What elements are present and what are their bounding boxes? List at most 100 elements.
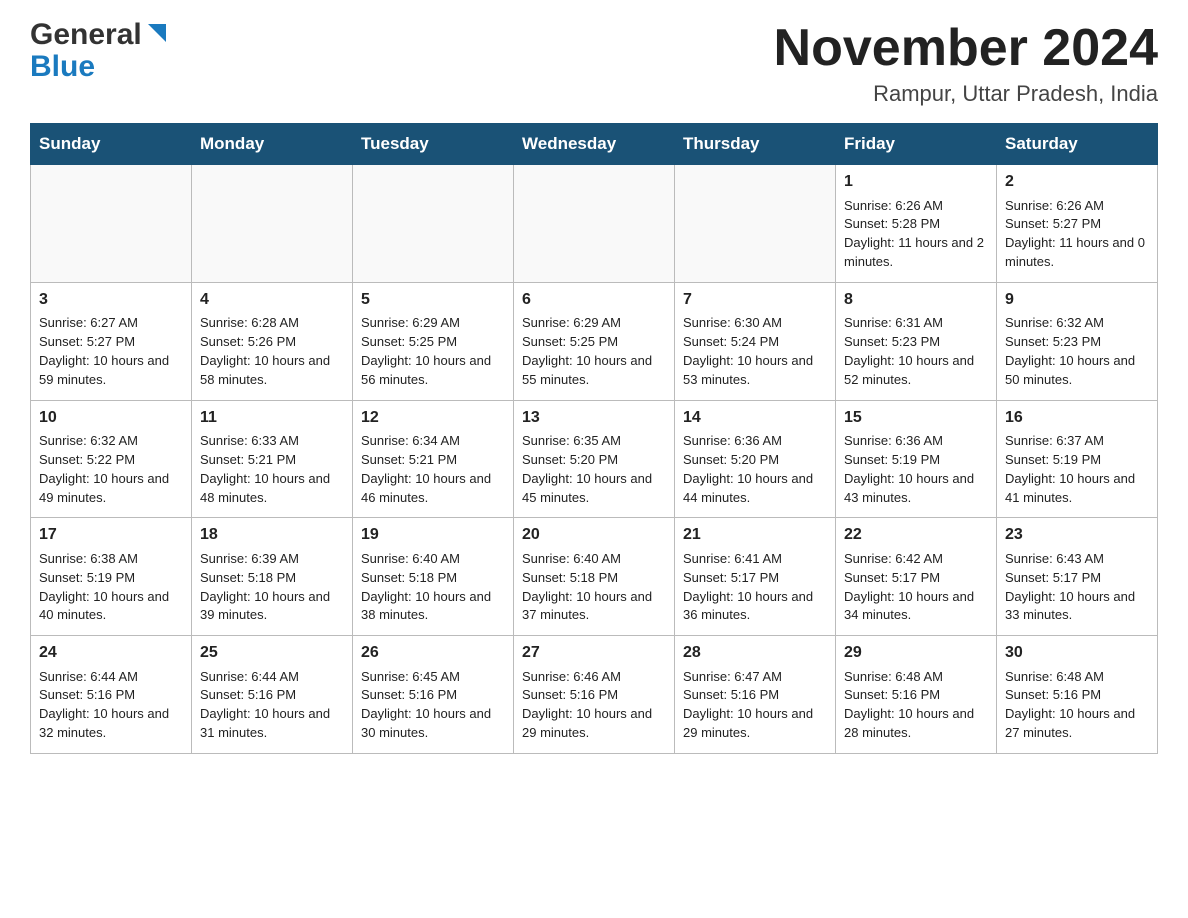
day-number: 8 — [844, 289, 988, 311]
day-cell: 1 Sunrise: 6:26 AMSunset: 5:28 PMDaylight… — [836, 165, 997, 283]
day-info: Sunrise: 6:41 AMSunset: 5:17 PMDaylight:… — [683, 551, 813, 623]
day-info: Sunrise: 6:27 AMSunset: 5:27 PMDaylight:… — [39, 315, 169, 387]
day-info: Sunrise: 6:35 AMSunset: 5:20 PMDaylight:… — [522, 433, 652, 505]
day-cell: 11 Sunrise: 6:33 AMSunset: 5:21 PMDayligh… — [192, 400, 353, 518]
day-info: Sunrise: 6:43 AMSunset: 5:17 PMDaylight:… — [1005, 551, 1135, 623]
header-friday: Friday — [836, 124, 997, 165]
location-title: Rampur, Uttar Pradesh, India — [774, 81, 1158, 107]
week-row-3: 10 Sunrise: 6:32 AMSunset: 5:22 PMDayligh… — [31, 400, 1158, 518]
day-number: 29 — [844, 642, 988, 664]
header-thursday: Thursday — [675, 124, 836, 165]
day-number: 27 — [522, 642, 666, 664]
day-info: Sunrise: 6:30 AMSunset: 5:24 PMDaylight:… — [683, 315, 813, 387]
day-number: 20 — [522, 524, 666, 546]
day-info: Sunrise: 6:46 AMSunset: 5:16 PMDaylight:… — [522, 669, 652, 741]
day-info: Sunrise: 6:42 AMSunset: 5:17 PMDaylight:… — [844, 551, 974, 623]
day-cell: 23 Sunrise: 6:43 AMSunset: 5:17 PMDayligh… — [997, 518, 1158, 636]
calendar-table: SundayMondayTuesdayWednesdayThursdayFrid… — [30, 123, 1158, 754]
day-cell: 30 Sunrise: 6:48 AMSunset: 5:16 PMDayligh… — [997, 636, 1158, 754]
day-number: 26 — [361, 642, 505, 664]
day-cell: 17Sunrise: 6:38 AMSunset: 5:19 PMDayligh… — [31, 518, 192, 636]
day-cell: 7 Sunrise: 6:30 AMSunset: 5:24 PMDaylight… — [675, 282, 836, 400]
day-info: Sunrise: 6:33 AMSunset: 5:21 PMDaylight:… — [200, 433, 330, 505]
day-cell: 8Sunrise: 6:31 AMSunset: 5:23 PMDaylight… — [836, 282, 997, 400]
day-number: 16 — [1005, 407, 1149, 429]
day-number: 18 — [200, 524, 344, 546]
day-number: 3 — [39, 289, 183, 311]
day-number: 7 — [683, 289, 827, 311]
day-number: 11 — [200, 407, 344, 429]
logo-icon — [146, 22, 168, 48]
page-header: General Blue November 2024 Rampur, Uttar… — [30, 20, 1158, 107]
header-tuesday: Tuesday — [353, 124, 514, 165]
day-info: Sunrise: 6:36 AMSunset: 5:19 PMDaylight:… — [844, 433, 974, 505]
week-row-1: 1 Sunrise: 6:26 AMSunset: 5:28 PMDaylight… — [31, 165, 1158, 283]
logo-blue-text: Blue — [30, 50, 95, 83]
day-info: Sunrise: 6:40 AMSunset: 5:18 PMDaylight:… — [522, 551, 652, 623]
day-cell: 26 Sunrise: 6:45 AMSunset: 5:16 PMDayligh… — [353, 636, 514, 754]
day-cell: 9 Sunrise: 6:32 AMSunset: 5:23 PMDaylight… — [997, 282, 1158, 400]
day-info: Sunrise: 6:44 AMSunset: 5:16 PMDaylight:… — [200, 669, 330, 741]
day-info: Sunrise: 6:32 AMSunset: 5:22 PMDaylight:… — [39, 433, 169, 505]
day-number: 24 — [39, 642, 183, 664]
day-number: 10 — [39, 407, 183, 429]
day-info: Sunrise: 6:36 AMSunset: 5:20 PMDaylight:… — [683, 433, 813, 505]
day-info: Sunrise: 6:32 AMSunset: 5:23 PMDaylight:… — [1005, 315, 1135, 387]
day-cell: 22Sunrise: 6:42 AMSunset: 5:17 PMDayligh… — [836, 518, 997, 636]
day-info: Sunrise: 6:48 AMSunset: 5:16 PMDaylight:… — [1005, 669, 1135, 741]
day-cell: 25 Sunrise: 6:44 AMSunset: 5:16 PMDayligh… — [192, 636, 353, 754]
week-row-4: 17Sunrise: 6:38 AMSunset: 5:19 PMDayligh… — [31, 518, 1158, 636]
day-cell: 14 Sunrise: 6:36 AMSunset: 5:20 PMDayligh… — [675, 400, 836, 518]
day-cell — [192, 165, 353, 283]
day-cell: 2Sunrise: 6:26 AMSunset: 5:27 PMDaylight… — [997, 165, 1158, 283]
day-cell: 6 Sunrise: 6:29 AMSunset: 5:25 PMDaylight… — [514, 282, 675, 400]
day-cell — [675, 165, 836, 283]
day-cell: 13 Sunrise: 6:35 AMSunset: 5:20 PMDayligh… — [514, 400, 675, 518]
day-number: 6 — [522, 289, 666, 311]
day-cell — [353, 165, 514, 283]
header-wednesday: Wednesday — [514, 124, 675, 165]
day-number: 4 — [200, 289, 344, 311]
day-number: 21 — [683, 524, 827, 546]
day-cell: 20 Sunrise: 6:40 AMSunset: 5:18 PMDayligh… — [514, 518, 675, 636]
day-cell: 3 Sunrise: 6:27 AMSunset: 5:27 PMDaylight… — [31, 282, 192, 400]
day-number: 1 — [844, 171, 988, 193]
header-monday: Monday — [192, 124, 353, 165]
day-number: 2 — [1005, 171, 1149, 193]
day-number: 23 — [1005, 524, 1149, 546]
day-cell: 27 Sunrise: 6:46 AMSunset: 5:16 PMDayligh… — [514, 636, 675, 754]
day-cell: 19Sunrise: 6:40 AMSunset: 5:18 PMDayligh… — [353, 518, 514, 636]
day-cell: 5Sunrise: 6:29 AMSunset: 5:25 PMDaylight… — [353, 282, 514, 400]
day-cell — [31, 165, 192, 283]
day-number: 13 — [522, 407, 666, 429]
day-number: 15 — [844, 407, 988, 429]
day-info: Sunrise: 6:29 AMSunset: 5:25 PMDaylight:… — [522, 315, 652, 387]
day-number: 12 — [361, 407, 505, 429]
day-number: 14 — [683, 407, 827, 429]
day-cell: 16 Sunrise: 6:37 AMSunset: 5:19 PMDayligh… — [997, 400, 1158, 518]
day-cell: 24 Sunrise: 6:44 AMSunset: 5:16 PMDayligh… — [31, 636, 192, 754]
day-cell: 10 Sunrise: 6:32 AMSunset: 5:22 PMDayligh… — [31, 400, 192, 518]
header-saturday: Saturday — [997, 124, 1158, 165]
day-number: 17 — [39, 524, 183, 546]
day-info: Sunrise: 6:40 AMSunset: 5:18 PMDaylight:… — [361, 551, 491, 623]
logo-general-text: General — [30, 20, 142, 50]
title-area: November 2024 Rampur, Uttar Pradesh, Ind… — [774, 20, 1158, 107]
day-number: 9 — [1005, 289, 1149, 311]
day-info: Sunrise: 6:37 AMSunset: 5:19 PMDaylight:… — [1005, 433, 1135, 505]
day-info: Sunrise: 6:29 AMSunset: 5:25 PMDaylight:… — [361, 315, 491, 387]
day-cell: 28Sunrise: 6:47 AMSunset: 5:16 PMDayligh… — [675, 636, 836, 754]
day-cell: 4Sunrise: 6:28 AMSunset: 5:26 PMDaylight… — [192, 282, 353, 400]
day-number: 30 — [1005, 642, 1149, 664]
day-number: 28 — [683, 642, 827, 664]
day-cell — [514, 165, 675, 283]
logo: General Blue — [30, 20, 168, 84]
week-row-5: 24 Sunrise: 6:44 AMSunset: 5:16 PMDayligh… — [31, 636, 1158, 754]
day-info: Sunrise: 6:48 AMSunset: 5:16 PMDaylight:… — [844, 669, 974, 741]
day-cell: 21 Sunrise: 6:41 AMSunset: 5:17 PMDayligh… — [675, 518, 836, 636]
day-info: Sunrise: 6:44 AMSunset: 5:16 PMDaylight:… — [39, 669, 169, 741]
day-number: 25 — [200, 642, 344, 664]
day-cell: 18Sunrise: 6:39 AMSunset: 5:18 PMDayligh… — [192, 518, 353, 636]
day-info: Sunrise: 6:45 AMSunset: 5:16 PMDaylight:… — [361, 669, 491, 741]
day-info: Sunrise: 6:26 AMSunset: 5:28 PMDaylight:… — [844, 198, 984, 270]
